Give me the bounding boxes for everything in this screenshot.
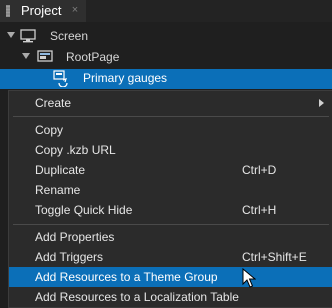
menu-item-shortcut: Ctrl+Shift+E <box>242 250 307 264</box>
menu-item-shortcut: Ctrl+H <box>242 203 277 217</box>
menu-item-label: Create <box>35 96 72 110</box>
menu-item-add-triggers[interactable]: Add Triggers Ctrl+Shift+E <box>9 247 332 267</box>
menu-item-create[interactable]: Create <box>9 93 332 113</box>
drag-grip-icon[interactable] <box>6 5 10 17</box>
page-icon <box>37 50 53 62</box>
expand-arrow-icon[interactable] <box>7 32 15 38</box>
menu-item-label: Copy <box>35 123 64 137</box>
menu-separator <box>13 116 329 117</box>
context-menu: Create Copy Copy .kzb URL Duplicate Ctrl… <box>8 90 332 308</box>
menu-item-duplicate[interactable]: Duplicate Ctrl+D <box>9 160 332 180</box>
menu-item-copy[interactable]: Copy <box>9 120 332 140</box>
submenu-arrow-icon <box>319 99 324 107</box>
menu-item-label: Toggle Quick Hide <box>35 203 133 217</box>
menu-item-label: Add Properties <box>35 230 115 244</box>
expand-arrow-icon[interactable] <box>22 53 30 59</box>
tree-item-label: Screen <box>50 29 89 43</box>
menu-item-shortcut: Ctrl+D <box>242 163 277 177</box>
menu-item-label: Add Resources to a Theme Group <box>35 270 218 284</box>
menu-item-label: Duplicate <box>35 163 86 177</box>
menu-item-add-resources-theme-group[interactable]: Add Resources to a Theme Group <box>9 267 332 287</box>
menu-item-label: Add Triggers <box>35 250 104 264</box>
menu-item-label: Rename <box>35 183 81 197</box>
menu-item-copy-kzb-url[interactable]: Copy .kzb URL <box>9 140 332 160</box>
tree-item-label: RootPage <box>66 50 120 64</box>
menu-item-add-resources-localization-table[interactable]: Add Resources to a Localization Table <box>9 287 332 307</box>
close-icon[interactable]: × <box>68 2 82 18</box>
menu-item-label: Add Resources to a Localization Table <box>35 290 239 304</box>
tab-project[interactable]: Project × <box>0 0 86 22</box>
panel-tab-bar: Project × <box>0 0 332 22</box>
menu-item-rename[interactable]: Rename <box>9 180 332 200</box>
tree-item-label: Primary gauges <box>83 71 168 85</box>
menu-item-toggle-quick-hide[interactable]: Toggle Quick Hide Ctrl+H <box>9 200 332 220</box>
screen-icon <box>20 29 36 43</box>
mouse-cursor-icon <box>242 268 256 288</box>
menu-separator <box>13 224 329 225</box>
tab-project-label: Project <box>21 3 62 18</box>
tree-item-primary-gauges[interactable]: Primary gauges <box>0 69 332 89</box>
menu-item-label: Copy .kzb URL <box>35 143 116 157</box>
prefab-link-icon <box>53 70 68 87</box>
menu-item-add-properties[interactable]: Add Properties <box>9 227 332 247</box>
tree-item-screen[interactable]: Screen <box>0 27 332 47</box>
tree-item-rootpage[interactable]: RootPage <box>0 48 332 68</box>
